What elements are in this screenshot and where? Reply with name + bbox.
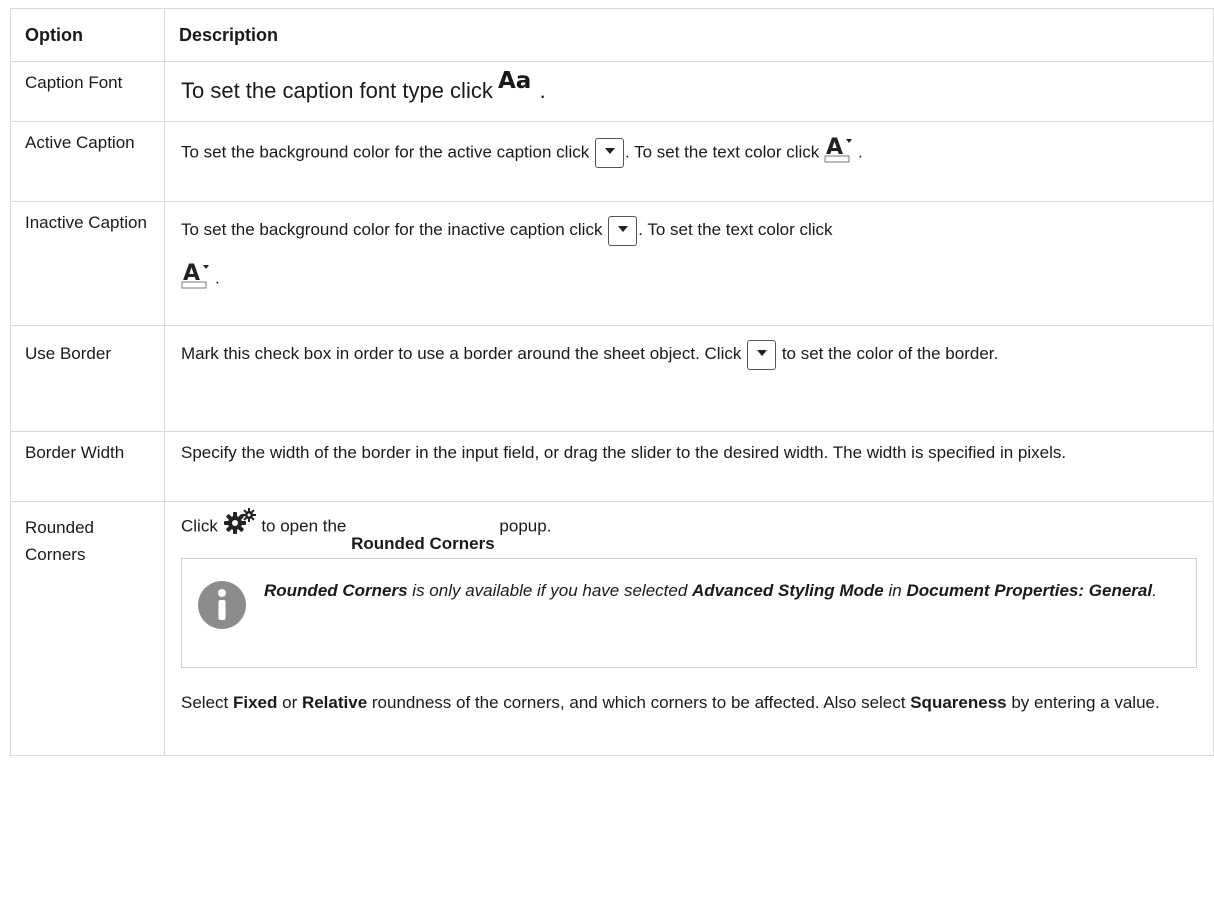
table-header-row: Option Description (10, 8, 1214, 62)
description-active-caption: To set the background color for the acti… (164, 121, 1214, 202)
option-border-width: Border Width (10, 431, 165, 502)
table-row: Inactive Caption To set the background c… (10, 201, 1214, 326)
options-table: Option Description Caption Font To set t… (10, 8, 1214, 756)
color-dropdown-icon[interactable] (747, 339, 777, 370)
option-caption-font: Caption Font (10, 61, 165, 122)
table-row: Use Border Mark this check box in order … (10, 325, 1214, 432)
header-description: Description (164, 8, 1214, 62)
gear-icon[interactable] (223, 508, 257, 542)
table-row: Caption Font To set the caption font typ… (10, 61, 1214, 122)
rounded-corners-instructions: Select Fixed or Relative roundness of th… (181, 693, 1160, 712)
svg-text:Aa: Aa (498, 68, 531, 90)
table-row: Active Caption To set the background col… (10, 121, 1214, 202)
info-icon (198, 581, 246, 637)
popup-name: Rounded Corners (351, 534, 495, 554)
note-box: Rounded Corners is only available if you… (181, 558, 1197, 668)
text-color-icon[interactable]: A (824, 134, 858, 172)
text-color-icon[interactable]: A (181, 260, 215, 298)
description-caption-font: To set the caption font type click Aa . (164, 61, 1214, 122)
option-inactive-caption: Inactive Caption (10, 201, 165, 326)
description-inactive-caption: To set the background color for the inac… (164, 201, 1214, 326)
option-active-caption: Active Caption (10, 121, 165, 202)
color-dropdown-icon[interactable] (594, 138, 624, 168)
description-rounded-corners: Click to open the Rounded Corners popup.… (164, 501, 1214, 756)
color-dropdown-icon[interactable] (608, 215, 638, 246)
description-border-width: Specify the width of the border in the i… (164, 431, 1214, 502)
font-icon[interactable]: Aa (498, 68, 540, 98)
table-row: Rounded Corners Click to open the Rounde… (10, 501, 1214, 756)
table-row: Border Width Specify the width of the bo… (10, 431, 1214, 502)
note-text: Rounded Corners is only available if you… (264, 581, 1157, 600)
header-option: Option (10, 8, 165, 62)
option-use-border: Use Border (10, 325, 165, 432)
description-use-border: Mark this check box in order to use a bo… (164, 325, 1214, 432)
option-rounded-corners: Rounded Corners (10, 501, 165, 756)
